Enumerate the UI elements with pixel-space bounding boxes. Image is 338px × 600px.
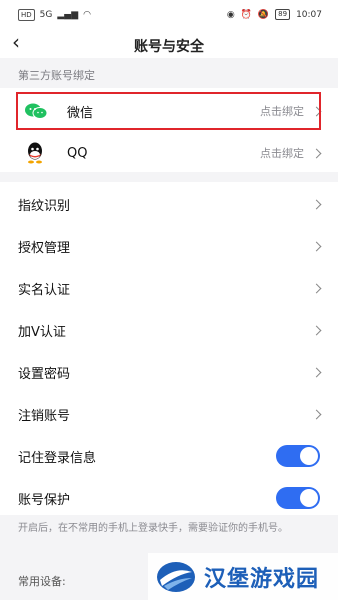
nav-bar: ‹ 账号与安全: [0, 30, 338, 58]
chevron-right-icon: [311, 241, 322, 251]
remember-login-toggle[interactable]: [276, 445, 320, 467]
status-bar: HD 5G ▂▄▆ ◠ ◉ ⏰ 🔕 89 10:07: [0, 0, 338, 32]
protection-note: 开启后，在不常用的手机上登录快手，需要验证你的手机号。: [18, 523, 288, 534]
fingerprint-label: 指纹识别: [18, 198, 71, 214]
verified-v-label: 加V认证: [18, 324, 66, 340]
mute-icon: 🔕: [257, 9, 270, 20]
qq-bind-hint: 点击绑定: [260, 147, 304, 160]
bind-qq-row[interactable]: QQ 点击绑定: [0, 133, 338, 173]
account-protection-label: 账号保护: [18, 492, 71, 508]
qq-label: QQ: [67, 145, 88, 161]
clock: 10:07: [296, 9, 322, 20]
set-password-row[interactable]: 设置密码: [0, 352, 338, 392]
wifi-icon: ◠: [83, 10, 91, 20]
delete-account-label: 注销账号: [18, 408, 71, 424]
verified-v-row[interactable]: 加V认证: [0, 310, 338, 350]
qq-icon: [28, 142, 42, 164]
chevron-right-icon: [311, 367, 322, 377]
watermark-text: 汉堡游戏园: [204, 565, 320, 592]
highlight-box: [16, 92, 321, 130]
battery-icon: 89: [275, 9, 291, 20]
real-name-row[interactable]: 实名认证: [0, 268, 338, 308]
real-name-label: 实名认证: [18, 282, 71, 298]
chevron-right-icon: [311, 325, 322, 335]
settings-card: 指纹识别 授权管理 实名认证 加V认证 设置密码 注销账号 记住登录信息 账号保…: [0, 182, 338, 515]
fingerprint-row[interactable]: 指纹识别: [0, 184, 338, 224]
remember-login-label: 记住登录信息: [18, 450, 97, 466]
signal-icon: ▂▄▆: [57, 10, 79, 20]
chevron-right-icon: [311, 283, 322, 293]
watermark: 汉堡游戏园: [148, 553, 338, 600]
set-password-label: 设置密码: [18, 366, 71, 382]
authorization-row[interactable]: 授权管理: [0, 226, 338, 266]
chevron-right-icon: [311, 199, 322, 209]
chevron-right-icon: [311, 409, 322, 419]
watermark-logo-icon: [157, 561, 195, 592]
authorization-label: 授权管理: [18, 240, 71, 256]
common-devices-label: 常用设备:: [18, 575, 66, 588]
delete-account-row[interactable]: 注销账号: [0, 394, 338, 434]
eye-icon: ◉: [226, 9, 235, 20]
sim-badge: HD: [18, 9, 35, 21]
account-protection-row: 账号保护: [0, 478, 338, 518]
signal-indicator: 5G: [39, 10, 53, 20]
page-title: 账号与安全: [134, 39, 204, 55]
alarm-icon: ⏰: [240, 9, 252, 20]
remember-login-row: 记住登录信息: [0, 436, 338, 476]
third-party-section-label: 第三方账号绑定: [18, 69, 95, 82]
account-protection-toggle[interactable]: [276, 487, 320, 509]
chevron-right-icon: [311, 148, 322, 158]
